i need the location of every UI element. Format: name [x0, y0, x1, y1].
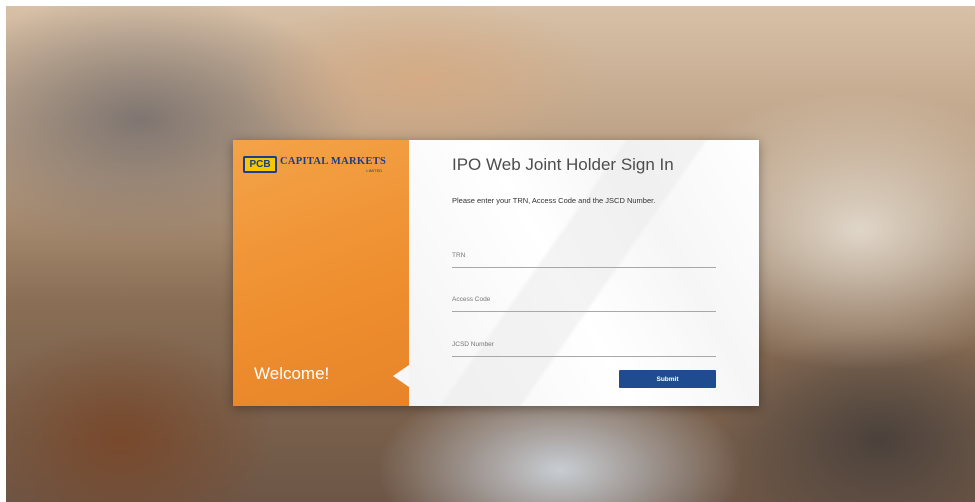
jcsd-number-input[interactable] [452, 331, 716, 356]
logo-subtitle: LIMITED [366, 168, 383, 173]
brand-panel: PCB CAPITAL MARKETS LIMITED Welcome! [233, 140, 409, 406]
page-title: IPO Web Joint Holder Sign In [452, 155, 674, 174]
instructions-text: Please enter your TRN, Access Code and t… [452, 196, 656, 205]
logo-name: CAPITAL MARKETS [280, 156, 387, 167]
trn-input[interactable] [452, 242, 716, 267]
access-code-input[interactable] [452, 286, 716, 311]
logo-badge: PCB [243, 156, 277, 173]
jcsd-number-field [452, 331, 716, 357]
signin-panel: IPO Web Joint Holder Sign In Please ente… [409, 140, 759, 406]
access-code-field [452, 286, 716, 312]
login-card: PCB CAPITAL MARKETS LIMITED Welcome! IPO… [233, 140, 759, 406]
welcome-text: Welcome! [254, 364, 330, 383]
company-logo: PCB CAPITAL MARKETS LIMITED [243, 156, 403, 180]
window-top-border [0, 0, 975, 6]
submit-button[interactable]: Submit [619, 370, 716, 388]
window-left-border [0, 0, 6, 502]
trn-field [452, 242, 716, 268]
panel-pointer [393, 365, 409, 387]
